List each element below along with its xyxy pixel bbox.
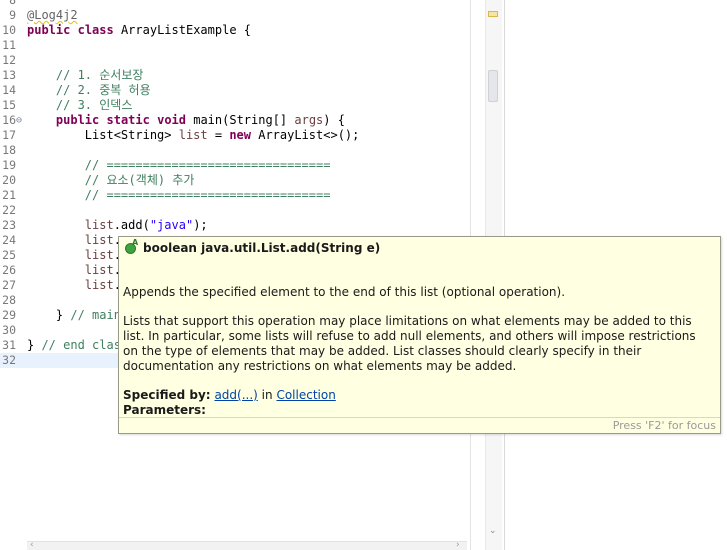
- code-line[interactable]: 13 // 1. 순서보장: [0, 68, 485, 83]
- abstract-marker-icon: A: [132, 238, 139, 247]
- collection-class-link[interactable]: Collection: [276, 388, 335, 402]
- code-line[interactable]: 21 // ===============================: [0, 188, 485, 203]
- code-text: } // main: [27, 308, 121, 322]
- code-line[interactable]: 14 // 2. 중복 허용: [0, 83, 485, 98]
- line-number: 22: [2, 203, 16, 217]
- horizontal-scrollbar[interactable]: [27, 541, 467, 550]
- focus-hint: Press 'F2' for focus: [612, 419, 716, 432]
- code-text: list.: [84, 233, 121, 247]
- code-text: list.: [84, 278, 121, 292]
- specified-by-label: Specified by:: [123, 388, 211, 402]
- code-text: list.add("java");: [84, 218, 208, 232]
- fold-toggle-icon[interactable]: ⊖: [16, 113, 25, 128]
- method-signature: boolean java.util.List.add(String e): [143, 241, 381, 255]
- specified-in-text: in: [261, 388, 273, 402]
- scroll-right-arrow-icon[interactable]: ›: [456, 540, 460, 550]
- line-number: 30: [2, 323, 16, 337]
- line-number: 18: [2, 143, 16, 157]
- javadoc-hover-popup[interactable]: A boolean java.util.List.add(String e) A…: [118, 236, 721, 434]
- code-line[interactable]: 12: [0, 53, 485, 68]
- line-number: 29: [2, 308, 16, 322]
- line-number: 32: [2, 353, 16, 367]
- line-number: 25: [2, 248, 16, 262]
- line-number: 15: [2, 98, 16, 112]
- scroll-down-arrow-icon[interactable]: ⌄: [489, 526, 497, 536]
- line-number: 17: [2, 128, 16, 142]
- method-summary: Appends the specified element to the end…: [123, 285, 566, 299]
- code-text: } // end clas: [27, 338, 121, 352]
- code-line[interactable]: 20 // 요소(객체) 추가: [0, 173, 485, 188]
- method-description: Lists that support this operation may pl…: [123, 314, 696, 373]
- hover-footer: Press 'F2' for focus: [119, 417, 720, 433]
- code-text: // 1. 순서보장: [27, 68, 144, 82]
- code-line[interactable]: 22: [0, 203, 485, 218]
- parameters-label: Parameters:: [123, 403, 206, 417]
- code-line[interactable]: 23 list.add("java");: [0, 218, 485, 233]
- code-text: List<String> list = new ArrayList<>();: [27, 128, 360, 142]
- vertical-scrollbar-thumb[interactable]: [488, 70, 498, 102]
- line-number: 10: [2, 23, 16, 37]
- line-number: 23: [2, 218, 16, 232]
- code-line[interactable]: 8: [0, 0, 485, 8]
- warning-marker[interactable]: [488, 11, 498, 17]
- code-text: list.: [84, 263, 121, 277]
- code-text: @Log4j2: [27, 8, 78, 22]
- line-number: 19: [2, 158, 16, 172]
- line-number: 9: [9, 8, 16, 22]
- specified-by: Specified by: add(...) in Collection: [123, 388, 336, 402]
- code-line[interactable]: 10 public class ArrayListExample {: [0, 23, 485, 38]
- code-line[interactable]: 11: [0, 38, 485, 53]
- line-number: 14: [2, 83, 16, 97]
- line-number: 26: [2, 263, 16, 277]
- line-number: 11: [2, 38, 16, 52]
- line-number: 27: [2, 278, 16, 292]
- code-line[interactable]: 15 // 3. 인덱스: [0, 98, 485, 113]
- line-number: 31: [2, 338, 16, 352]
- code-line[interactable]: 17 List<String> list = new ArrayList<>()…: [0, 128, 485, 143]
- line-number: 28: [2, 293, 16, 307]
- code-line[interactable]: 19 // ===============================: [0, 158, 485, 173]
- code-line[interactable]: 16 ⊖ public static void main(String[] arg…: [0, 113, 485, 128]
- scroll-left-arrow-icon[interactable]: ‹: [30, 540, 34, 550]
- code-text: // ===============================: [27, 158, 331, 172]
- line-number: 20: [2, 173, 16, 187]
- code-text: public static void main(String[] args) {: [55, 113, 345, 127]
- code-text: // ===============================: [27, 188, 331, 202]
- code-text: list.: [84, 248, 121, 262]
- line-number: 21: [2, 188, 16, 202]
- line-number: 24: [2, 233, 16, 247]
- line-number: 12: [2, 53, 16, 67]
- line-number: 16: [2, 113, 16, 127]
- code-line[interactable]: 18: [0, 143, 485, 158]
- line-number: 8: [9, 0, 16, 7]
- specified-by-method-link[interactable]: add(...): [214, 388, 257, 402]
- code-text: // 2. 중복 허용: [27, 83, 151, 97]
- line-number: 13: [2, 68, 16, 82]
- code-text: public class ArrayListExample {: [27, 23, 251, 37]
- code-text: // 3. 인덱스: [27, 98, 133, 112]
- code-text: // 요소(객체) 추가: [27, 173, 195, 187]
- code-line[interactable]: 9 @Log4j2: [0, 8, 485, 23]
